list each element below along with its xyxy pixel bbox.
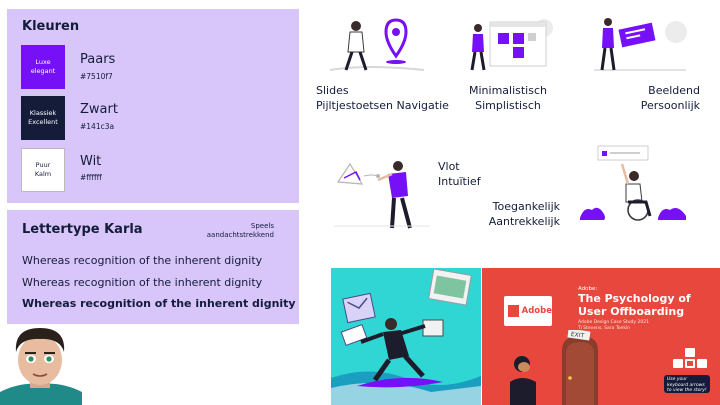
swatch-purple-word1: Luxe [35, 58, 51, 66]
swatch-purple-word2: elegant [30, 67, 56, 75]
principle-visual-line2: Persoonlijk [640, 99, 700, 112]
colors-title: Kleuren [22, 19, 80, 34]
principle-minimal: Minimalistisch Simplistisch [467, 83, 549, 113]
swatch-purple: Luxe elegant [21, 45, 65, 89]
minimal-illustration [470, 19, 553, 71]
swatch-black-word2: Excellent [28, 118, 58, 126]
font-tags: Speels aandachtstrekkend [207, 222, 274, 240]
adobe-logo-text: Adobe [521, 306, 552, 316]
swatch-white-hex: #ffffff [80, 173, 102, 182]
principle-smooth: Vlot Intuïtief [438, 159, 481, 189]
principle-slides-line2: Pijltjestoetsen Navigatie [316, 99, 449, 112]
keyboard-hint: Use your keyboard arrows to view the sto… [664, 375, 710, 393]
navigation-illustration [329, 18, 425, 71]
accessible-illustration [580, 145, 686, 221]
smooth-illustration [334, 161, 430, 229]
surfer-banner[interactable] [331, 268, 481, 405]
principle-smooth-line2: Intuïtief [438, 175, 481, 188]
principle-visual-line1: Beeldend [648, 84, 700, 97]
principle-slides: Slides Pijltjestoetsen Navigatie [316, 83, 449, 113]
surfer-illustration [331, 268, 481, 405]
principle-accessible: Toegankelijk Aantrekkelijk [476, 199, 560, 229]
adobe-logo: Adobe [504, 296, 552, 326]
font-sample-regular: Whereas recognition of the inherent dign… [22, 254, 263, 267]
swatch-black: Klassiek Excellent [21, 96, 65, 140]
adobe-case-banner[interactable]: Adobe Adobe: The Psychology of User Offb… [482, 268, 720, 405]
principle-accessible-line1: Toegankelijk [492, 200, 560, 213]
principle-smooth-line1: Vlot [438, 160, 460, 173]
swatch-white-word2: Kalm [34, 170, 52, 178]
swatch-white: Puur Kalm [21, 148, 65, 192]
font-sample-bold: Whereas recognition of the inherent dign… [22, 297, 296, 310]
font-panel: Lettertype Karla Speels aandachtstrekken… [7, 210, 299, 324]
principle-minimal-line1: Minimalistisch [469, 84, 547, 97]
talk-title: The Psychology of User Offboarding [578, 292, 691, 318]
swatch-purple-hex: #7510f7 [80, 72, 113, 81]
colors-panel: Kleuren Luxe elegant Paars #7510f7 Klassi… [7, 9, 299, 203]
font-title: Lettertype Karla [22, 222, 143, 237]
principle-accessible-line2: Aantrekkelijk [488, 215, 560, 228]
avatar [0, 328, 82, 405]
swatch-white-word1: Puur [35, 161, 51, 169]
exit-door-illustration: EXIT [510, 330, 598, 405]
swatch-black-hex: #141c3a [80, 122, 115, 131]
font-tag-eyecatching: aandachtstrekkend [206, 231, 274, 239]
swatch-black-word1: Klassiek [29, 109, 57, 117]
swatch-purple-name: Paars [80, 52, 116, 67]
font-sample-medium: Whereas recognition of the inherent dign… [22, 276, 263, 289]
principle-slides-line1: Slides [316, 84, 349, 97]
principle-minimal-line2: Simplistisch [475, 99, 541, 112]
swatch-black-name: Zwart [80, 102, 118, 117]
adobe-mark-icon [508, 305, 519, 317]
font-tag-playful: Speels [250, 222, 274, 230]
arrow-keys-icon [673, 348, 707, 368]
principle-visual: Beeldend Persoonlijk [626, 83, 700, 113]
visual-illustration [594, 18, 687, 71]
swatch-white-name: Wit [80, 154, 102, 169]
